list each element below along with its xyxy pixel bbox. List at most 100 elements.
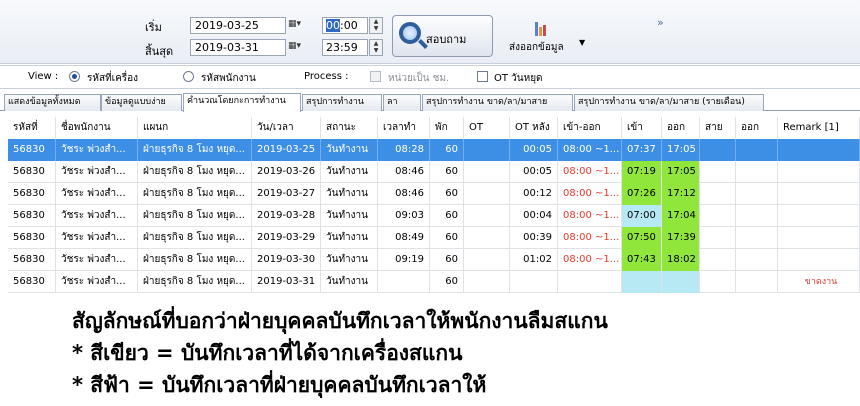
cell-name[interactable]: วัชระ พ่วงสำ...	[56, 183, 138, 205]
cell-remark[interactable]	[778, 139, 860, 161]
end-date-dropdown-icon[interactable]: ▦▾	[288, 39, 314, 56]
cell-date[interactable]: 2019-03-30	[252, 249, 321, 271]
spin-down-icon[interactable]: ▼	[370, 25, 382, 32]
cell-break[interactable]: 60	[430, 183, 464, 205]
col-header-date[interactable]: วัน/เวลา	[252, 117, 321, 139]
cell-shift[interactable]: 08:00 ~1...	[558, 161, 622, 183]
cell-shift[interactable]: 08:00 ~1...	[558, 227, 622, 249]
cell-early[interactable]	[736, 161, 778, 183]
export-button[interactable]: ส่งออกข้อมูล ▼	[505, 18, 590, 58]
cell-status[interactable]: วันทำงาน	[321, 183, 378, 205]
cell-name[interactable]: วัชระ พ่วงสำ...	[56, 161, 138, 183]
cell-dept[interactable]: ฝ่ายธุรกิจ 8 โมง หยุด...	[138, 249, 252, 271]
cell-name[interactable]: วัชระ พ่วงสำ...	[56, 205, 138, 227]
spin-up-icon[interactable]: ▲	[370, 18, 382, 25]
start-date-dropdown-icon[interactable]: ▦▾	[288, 17, 314, 34]
cell-name[interactable]: วัชระ พ่วงสำ...	[56, 139, 138, 161]
cell-id[interactable]: 56830	[8, 227, 56, 249]
cell-out[interactable]: 18:02	[662, 249, 700, 271]
tab-leave[interactable]: ลา	[383, 94, 421, 111]
cell-early[interactable]	[736, 183, 778, 205]
cell-ot[interactable]	[464, 139, 510, 161]
cell-ot[interactable]	[464, 183, 510, 205]
cell-ot-after[interactable]: 00:05	[510, 161, 558, 183]
cell-early[interactable]	[736, 249, 778, 271]
cell-id[interactable]: 56830	[8, 271, 56, 293]
cell-remark[interactable]	[778, 205, 860, 227]
cell-in[interactable]: 07:00	[622, 205, 662, 227]
more-chevron-icon[interactable]: »	[657, 16, 664, 29]
cell-dept[interactable]: ฝ่ายธุรกิจ 8 โมง หยุด...	[138, 139, 252, 161]
cell-break[interactable]: 60	[430, 205, 464, 227]
end-time-spinner[interactable]: ▲ ▼	[369, 39, 383, 56]
cell-ot[interactable]	[464, 271, 510, 293]
tab-absence-summary[interactable]: สรุปการทำงาน ขาด/ลา/มาสาย	[422, 94, 573, 111]
start-time-spinner[interactable]: ▲ ▼	[369, 17, 383, 34]
cell-ot-after[interactable]	[510, 271, 558, 293]
cell-shift[interactable]: 08:00 ~1...	[558, 139, 622, 161]
cell-break[interactable]: 60	[430, 161, 464, 183]
cell-late[interactable]	[700, 249, 736, 271]
table-row[interactable]: 56830 วัชระ พ่วงสำ... ฝ่ายธุรกิจ 8 โมง หยุ…	[8, 271, 860, 293]
cell-status[interactable]: วันทำงาน	[321, 271, 378, 293]
cell-status[interactable]: วันทำงาน	[321, 205, 378, 227]
ot-holiday-checkbox[interactable]	[477, 71, 488, 82]
cell-shift[interactable]: 08:00 ~1...	[558, 205, 622, 227]
unit-hours-checkbox[interactable]	[370, 71, 381, 82]
spin-down-icon[interactable]: ▼	[370, 47, 382, 54]
col-header-in[interactable]: เข้า	[622, 117, 662, 139]
tab-absence-summary-monthly[interactable]: สรุปการทำงาน ขาด/ลา/มาสาย (รายเดือน)	[574, 94, 764, 111]
cell-status[interactable]: วันทำงาน	[321, 249, 378, 271]
cell-ot-after[interactable]: 00:39	[510, 227, 558, 249]
cell-name[interactable]: วัชระ พ่วงสำ...	[56, 271, 138, 293]
cell-work[interactable]: 09:19	[378, 249, 430, 271]
cell-in[interactable]: 07:37	[622, 139, 662, 161]
cell-break[interactable]: 60	[430, 139, 464, 161]
cell-name[interactable]: วัชระ พ่วงสำ...	[56, 227, 138, 249]
cell-id[interactable]: 56830	[8, 161, 56, 183]
cell-date[interactable]: 2019-03-28	[252, 205, 321, 227]
cell-date[interactable]: 2019-03-26	[252, 161, 321, 183]
tab-work-summary[interactable]: สรุปการทำงาน	[302, 94, 382, 111]
cell-shift[interactable]: 08:00 ~1...	[558, 249, 622, 271]
export-dropdown-icon[interactable]: ▼	[579, 38, 585, 47]
table-row[interactable]: 56830 วัชระ พ่วงสำ... ฝ่ายธุรกิจ 8 โมง หยุ…	[8, 205, 860, 227]
col-header-late[interactable]: สาย	[700, 117, 736, 139]
cell-out[interactable]: 17:39	[662, 227, 700, 249]
cell-in[interactable]	[622, 271, 662, 293]
cell-date[interactable]: 2019-03-31	[252, 271, 321, 293]
table-row[interactable]: 56830 วัชระ พ่วงสำ... ฝ่ายธุรกิจ 8 โมง หยุ…	[8, 227, 860, 249]
cell-break[interactable]: 60	[430, 227, 464, 249]
cell-early[interactable]	[736, 139, 778, 161]
col-header-remark[interactable]: Remark [1]	[778, 117, 860, 139]
spin-up-icon[interactable]: ▲	[370, 40, 382, 47]
col-header-work[interactable]: เวลาทำ	[378, 117, 430, 139]
cell-late[interactable]	[700, 139, 736, 161]
cell-work[interactable]: 08:28	[378, 139, 430, 161]
cell-status[interactable]: วันทำงาน	[321, 139, 378, 161]
cell-dept[interactable]: ฝ่ายธุรกิจ 8 โมง หยุด...	[138, 227, 252, 249]
col-header-status[interactable]: สถานะ	[321, 117, 378, 139]
cell-dept[interactable]: ฝ่ายธุรกิจ 8 โมง หยุด...	[138, 205, 252, 227]
cell-late[interactable]	[700, 183, 736, 205]
cell-remark[interactable]	[778, 161, 860, 183]
col-header-ot[interactable]: OT	[464, 117, 510, 139]
col-header-out[interactable]: ออก	[662, 117, 700, 139]
start-date-input[interactable]: 2019-03-25	[190, 17, 286, 34]
cell-out[interactable]: 17:05	[662, 161, 700, 183]
table-row[interactable]: 56830 วัชระ พ่วงสำ... ฝ่ายธุรกิจ 8 โมง หยุ…	[8, 183, 860, 205]
cell-ot[interactable]	[464, 205, 510, 227]
cell-late[interactable]	[700, 161, 736, 183]
table-row[interactable]: 56830 วัชระ พ่วงสำ... ฝ่ายธุรกิจ 8 โมง หยุ…	[8, 161, 860, 183]
cell-work[interactable]: 08:46	[378, 183, 430, 205]
cell-out[interactable]: 17:12	[662, 183, 700, 205]
cell-dept[interactable]: ฝ่ายธุรกิจ 8 โมง หยุด...	[138, 161, 252, 183]
cell-work[interactable]: 08:49	[378, 227, 430, 249]
cell-id[interactable]: 56830	[8, 205, 56, 227]
cell-ot[interactable]	[464, 227, 510, 249]
cell-dept[interactable]: ฝ่ายธุรกิจ 8 โมง หยุด...	[138, 271, 252, 293]
cell-id[interactable]: 56830	[8, 183, 56, 205]
col-header-break[interactable]: พัก	[430, 117, 464, 139]
cell-late[interactable]	[700, 205, 736, 227]
cell-early[interactable]	[736, 271, 778, 293]
